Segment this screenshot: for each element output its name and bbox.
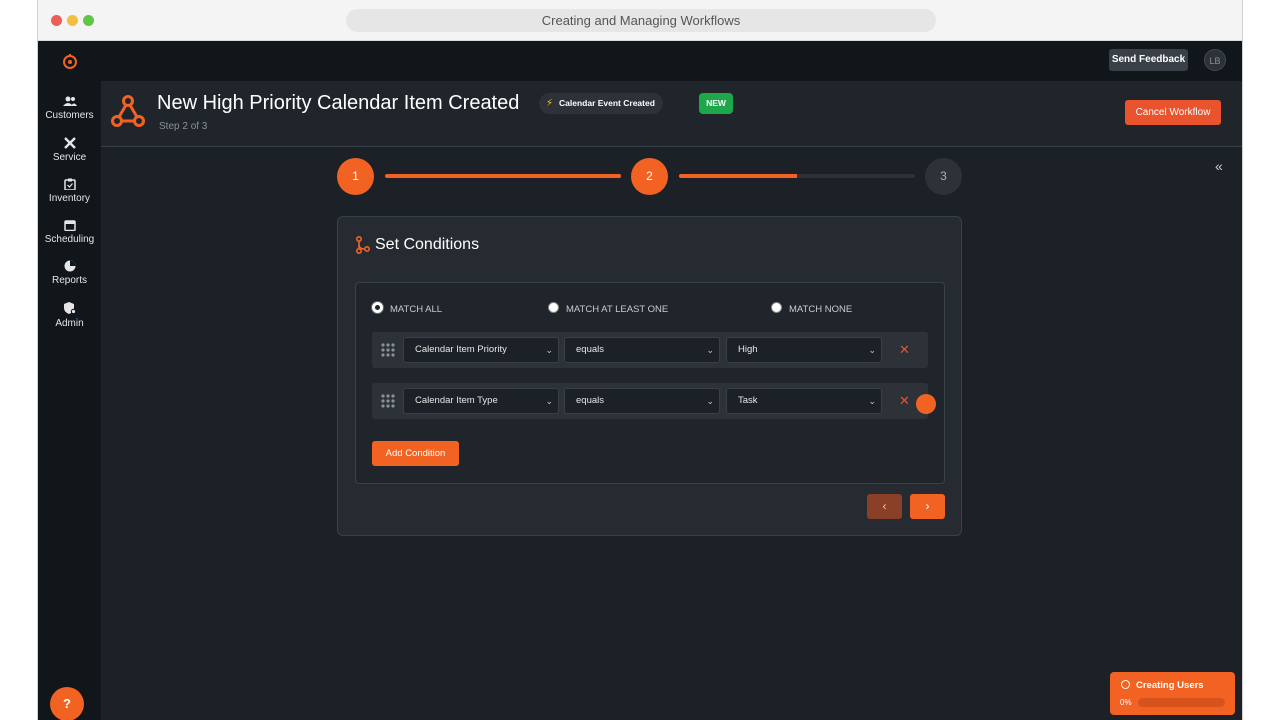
sidebar-item-label: Customers (45, 110, 94, 121)
radio-label: MATCH ALL (390, 304, 443, 315)
toast-percent: 0% (1120, 698, 1132, 707)
chevron-down-icon: ⌄ (545, 345, 553, 355)
select-value: equals (576, 395, 604, 406)
select-value: Calendar Item Priority (415, 344, 507, 355)
pie-chart-icon (64, 260, 75, 272)
condition-row: Calendar Item Type ⌄ equals ⌄ Task ⌄ ✕ (372, 383, 928, 419)
section-title: Set Conditions (375, 236, 480, 253)
condition-operator-select[interactable]: equals ⌄ (564, 388, 720, 414)
address-bar[interactable]: Creating and Managing Workflows (346, 9, 936, 32)
delete-condition-icon[interactable]: ✕ (899, 342, 910, 358)
next-step-button[interactable]: › (910, 494, 945, 519)
sidebar-item-inventory[interactable]: Inventory (38, 178, 101, 204)
send-feedback-button[interactable]: Send Feedback (1109, 49, 1188, 71)
user-avatar[interactable]: LB (1204, 49, 1226, 71)
new-badge: NEW (699, 93, 733, 114)
branch-icon (356, 236, 370, 254)
pointer-cursor-indicator (916, 394, 936, 414)
app-logo-icon[interactable] (62, 53, 78, 69)
match-all-radio[interactable]: MATCH ALL (372, 302, 442, 315)
previous-step-button[interactable]: ‹ (867, 494, 902, 519)
step-progress-2 (679, 174, 915, 178)
trigger-badge: ⚡ Calendar Event Created (539, 93, 663, 114)
condition-value-select[interactable]: High ⌄ (726, 337, 882, 363)
browser-titlebar: Creating and Managing Workflows (38, 0, 1242, 41)
sidebar-item-label: Reports (51, 275, 87, 286)
workflow-header: New High Priority Calendar Item Created … (101, 81, 1242, 147)
spinner-icon (1121, 680, 1130, 689)
chevron-down-icon: ⌄ (706, 396, 714, 406)
conditions-panel: MATCH ALL MATCH AT LEAST ONE MATCH NONE … (355, 282, 945, 484)
help-button[interactable]: ? (50, 687, 84, 720)
conditions-card: Set Conditions MATCH ALL MATCH AT LEAST … (337, 216, 962, 536)
toast-title-label: Creating Users (1136, 680, 1204, 691)
top-bar: Send Feedback LB (38, 41, 1242, 81)
add-condition-button[interactable]: Add Condition (372, 441, 459, 466)
background-task-toast[interactable]: Creating Users 0% (1110, 672, 1235, 715)
shield-gear-icon (63, 302, 76, 315)
close-window-button[interactable] (51, 15, 62, 26)
sidebar-item-reports[interactable]: Reports (38, 260, 101, 286)
select-value: Calendar Item Type (415, 395, 498, 406)
condition-value-select[interactable]: Task ⌄ (726, 388, 882, 414)
sidebar-item-service[interactable]: Service (38, 137, 101, 163)
sidebar-item-label: Service (52, 152, 87, 163)
drag-handle-icon[interactable] (381, 343, 395, 357)
step-1[interactable]: 1 (337, 158, 374, 195)
step-indicator-text: Step 2 of 3 (159, 121, 208, 132)
lightning-icon: ⚡ (546, 98, 554, 109)
radio-label: MATCH AT LEAST ONE (566, 304, 669, 315)
chevron-down-icon: ⌄ (868, 396, 876, 406)
match-at-least-one-radio[interactable]: MATCH AT LEAST ONE (548, 302, 668, 315)
collapse-panel-icon[interactable]: « (1215, 158, 1223, 174)
delete-condition-icon[interactable]: ✕ (899, 393, 910, 409)
chevron-down-icon: ⌄ (706, 345, 714, 355)
sidebar-item-scheduling[interactable]: Scheduling (38, 219, 101, 245)
cancel-workflow-button[interactable]: Cancel Workflow (1125, 100, 1221, 125)
calendar-icon (63, 220, 76, 231)
condition-row: Calendar Item Priority ⌄ equals ⌄ High ⌄ ✕ (372, 332, 928, 368)
trigger-badge-label: Calendar Event Created (559, 98, 655, 108)
condition-operator-select[interactable]: equals ⌄ (564, 337, 720, 363)
sidebar-item-label: Scheduling (44, 234, 95, 245)
sidebar-item-label: Inventory (48, 193, 91, 204)
minimize-window-button[interactable] (67, 15, 78, 26)
chevron-down-icon: ⌄ (868, 345, 876, 355)
chevron-down-icon: ⌄ (545, 396, 553, 406)
clipboard-icon (63, 178, 76, 190)
select-value: Task (738, 395, 758, 406)
condition-field-select[interactable]: Calendar Item Type ⌄ (403, 388, 559, 414)
sidebar-item-customers[interactable]: Customers (38, 96, 101, 121)
page-title: New High Priority Calendar Item Created (157, 92, 520, 114)
app-window: Creating and Managing Workflows Send Fee… (37, 0, 1243, 720)
select-value: High (738, 344, 758, 355)
radio-indicator (548, 302, 559, 313)
select-value: equals (576, 344, 604, 355)
tools-icon (63, 137, 76, 149)
maximize-window-button[interactable] (83, 15, 94, 26)
users-icon (62, 96, 77, 106)
toast-progress-bar (1138, 698, 1225, 707)
sidebar: Customers Service Inventory Scheduling R… (38, 81, 101, 720)
radio-indicator (372, 302, 383, 313)
sidebar-item-admin[interactable]: Admin (38, 301, 101, 329)
toast-title: Creating Users (1121, 680, 1204, 691)
radio-label: MATCH NONE (789, 304, 853, 315)
sidebar-item-label: Admin (55, 318, 84, 329)
step-progress-1 (385, 174, 621, 178)
match-none-radio[interactable]: MATCH NONE (771, 302, 852, 315)
workflow-icon (111, 95, 145, 127)
radio-indicator (771, 302, 782, 313)
drag-handle-icon[interactable] (381, 394, 395, 408)
condition-field-select[interactable]: Calendar Item Priority ⌄ (403, 337, 559, 363)
step-3[interactable]: 3 (925, 158, 962, 195)
step-2[interactable]: 2 (631, 158, 668, 195)
